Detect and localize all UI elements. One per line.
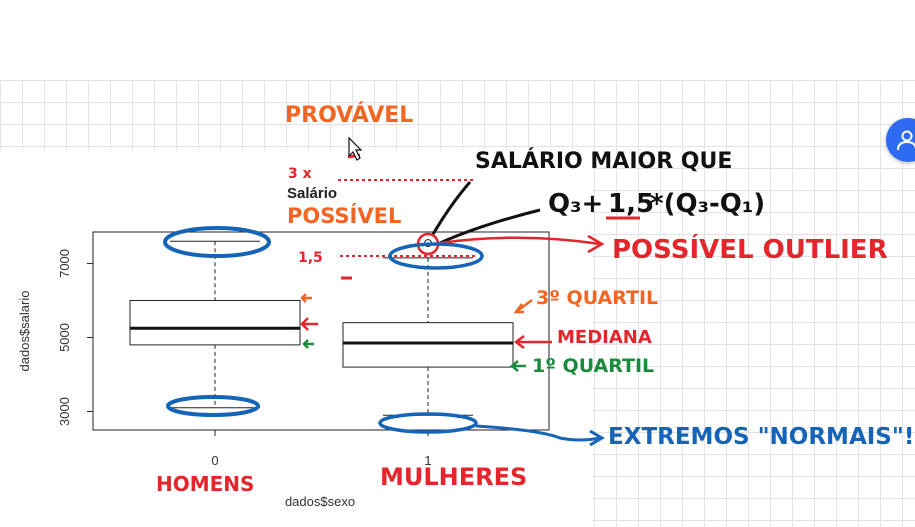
x-tick-label-0: 0: [211, 453, 218, 468]
annotation-salario-maior: SALÁRIO MAIOR QUE: [475, 148, 732, 174]
median-arrow-right: [513, 335, 552, 349]
person-icon: [897, 130, 915, 151]
y-tick-label-1: 5000: [57, 323, 72, 352]
whisker-bottom-circle-1: [378, 412, 478, 434]
annotation-mediana: MEDIANA: [557, 327, 652, 348]
annotation-possivel: POSSÍVEL: [287, 203, 401, 228]
annotation-extremos: EXTREMOS "NORMAIS"!: [608, 424, 914, 450]
q1-arrow-left: [302, 339, 314, 349]
annotation-possivel-outlier: POSSÍVEL OUTLIER: [612, 233, 888, 265]
outlier-arrow: [439, 236, 601, 246]
y-tick-label-0: 3000: [57, 397, 72, 426]
annotation-3-quartil: 3º QUARTIL: [536, 287, 658, 309]
box-0: [129, 299, 301, 346]
x-axis-label: dados$sexo: [285, 494, 355, 509]
annotation-provavel: PROVÁVEL: [285, 102, 413, 128]
y-axis: 3000 5000 7000: [57, 249, 93, 426]
q3-arrow-right: [513, 299, 533, 314]
annotation-3x: 3 x: [288, 166, 312, 182]
label-mulheres: MULHERES: [380, 463, 527, 491]
annotation-formula-rest: *(Q₃-Q₁): [650, 189, 765, 219]
median-arrow-left: [300, 317, 318, 331]
annotated-boxplot: Salário 300050007000 01 dados$sexo dados…: [17, 102, 914, 509]
y-axis-label: dados$salario: [17, 291, 32, 372]
extremos-arrow: [475, 424, 601, 442]
chart-title: Salário: [287, 185, 337, 202]
y-tick-label-2: 7000: [57, 249, 72, 278]
label-homens: HOMENS: [156, 472, 254, 496]
annotation-1-5: 1,5: [298, 250, 323, 266]
annotation-formula-factor: 1,5: [608, 189, 654, 219]
annotation-1-quartil: 1º QUARTIL: [532, 355, 654, 377]
annotation-arrow-1: [430, 181, 472, 237]
q1-arrow-right: [510, 360, 526, 372]
q3-arrow-left: [300, 293, 312, 303]
box-1: [342, 322, 514, 368]
whisker-bottom-circle-0: [166, 395, 260, 417]
annotation-formula-q3: Q₃+: [548, 189, 603, 219]
